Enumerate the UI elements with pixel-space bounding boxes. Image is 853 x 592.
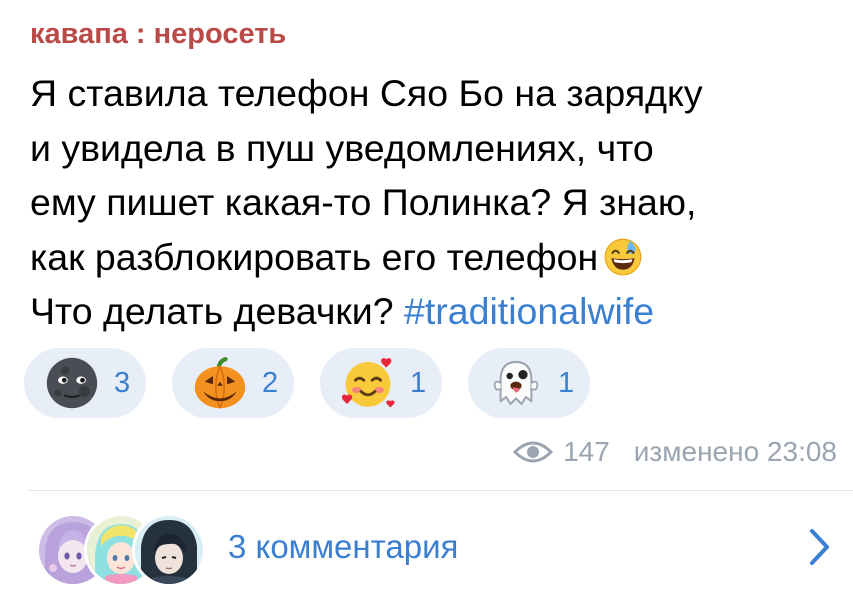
message-line: Я ставила телефон Сяо Бо на зарядку (30, 72, 703, 114)
reaction-count: 3 (114, 366, 131, 399)
chevron-right-icon[interactable] (805, 525, 833, 569)
comments-count-label: 3 комментария (228, 528, 459, 565)
grinning-face-with-sweat-icon (602, 235, 644, 277)
reaction-new-moon[interactable]: 3 (24, 348, 146, 418)
reaction-smiling-hearts[interactable]: 1 (320, 348, 442, 418)
divider (28, 490, 853, 491)
commenter-avatars (36, 510, 206, 587)
message-line: как разблокировать его телефон (30, 230, 830, 285)
new-moon-face-icon (46, 357, 98, 409)
reaction-count: 2 (262, 366, 279, 399)
comments-button[interactable]: 3 комментария (36, 510, 833, 587)
reaction-count: 1 (410, 366, 427, 399)
views-count: 147 (563, 436, 610, 467)
message-line-text: Что делать девачки? (30, 290, 394, 332)
jack-o-lantern-icon (194, 357, 246, 409)
message-line: Что делать девачки? #traditionalwife (30, 284, 830, 339)
reaction-pumpkin[interactable]: 2 (172, 348, 294, 418)
ghost-icon (493, 361, 539, 405)
smiling-face-with-hearts-icon (341, 358, 395, 408)
message-line-text: как разблокировать его телефон (30, 235, 599, 278)
channel-name[interactable]: кавапа : неросеть (30, 14, 286, 54)
hashtag-link[interactable]: #traditionalwife (404, 290, 654, 332)
reaction-ghost[interactable]: 1 (468, 348, 590, 418)
post-meta: 147 изменено 23:08 (513, 436, 837, 468)
message-line: ему пишет какая-то Полинка? Я знаю, (30, 181, 697, 223)
reaction-count: 1 (558, 366, 575, 399)
message-text: Я ставила телефон Сяо Бо на зарядку и ув… (30, 66, 830, 339)
message-line: и увидела в пуш уведомлениях, что (30, 126, 654, 169)
reactions-bar: 3 2 1 1 (24, 348, 590, 418)
edited-timestamp: изменено 23:08 (633, 436, 837, 467)
eye-icon (513, 441, 554, 463)
avatar (132, 513, 206, 587)
